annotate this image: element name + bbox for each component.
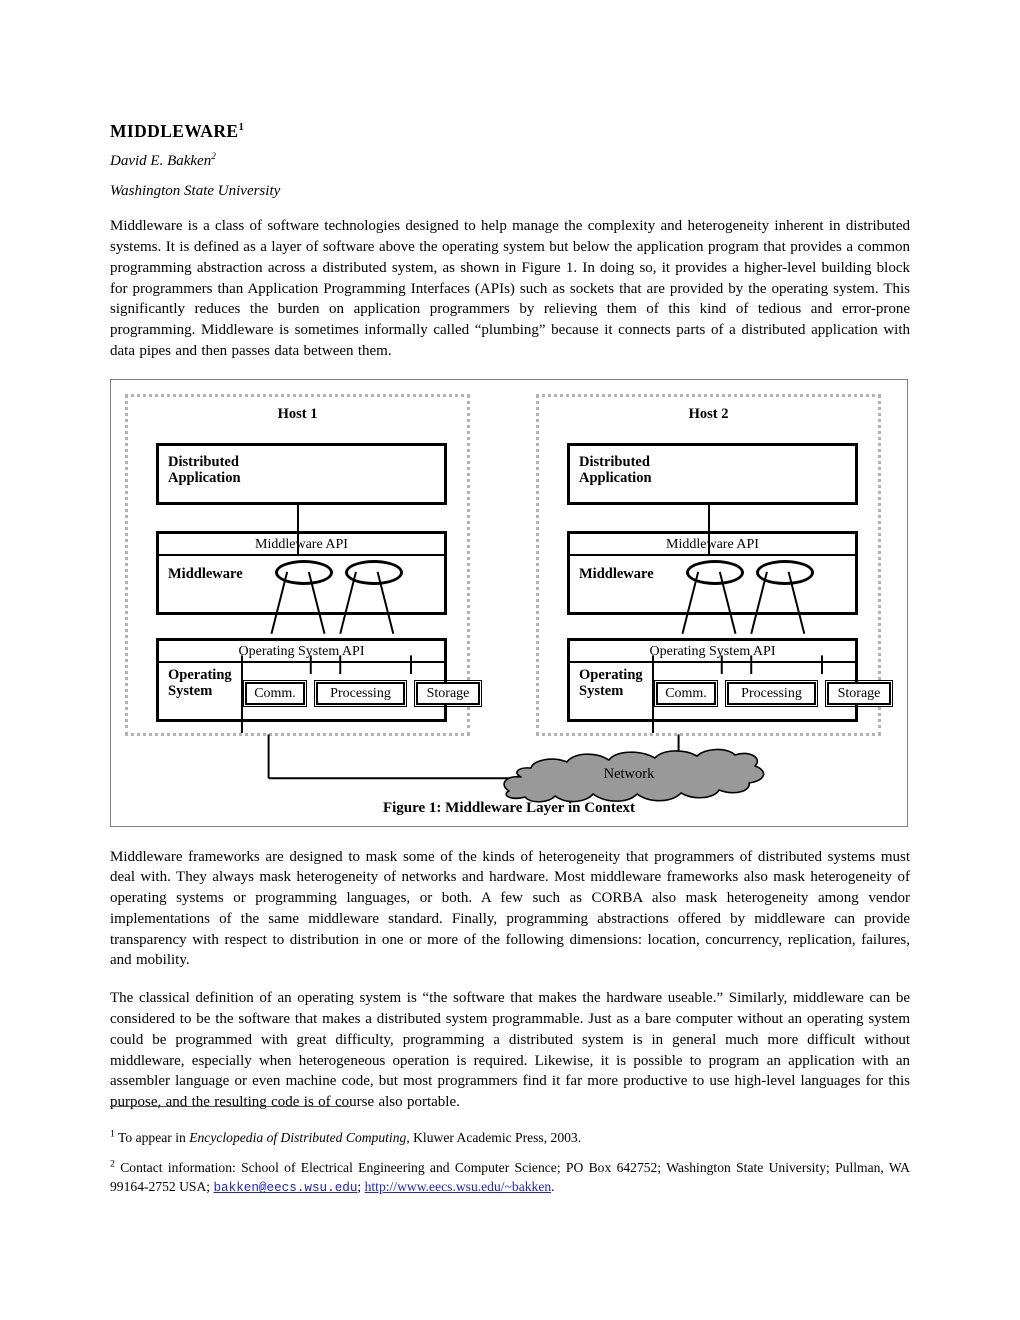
footnote-1: 1 To appear in Encyclopedia of Distribut… <box>110 1128 910 1147</box>
host-1-os-box: Operating System API Operating System Com… <box>156 637 482 722</box>
host-2-middleware-api-bar: Middleware API <box>570 533 855 556</box>
host-1-middleware-box: Middleware API Middleware <box>156 530 447 615</box>
email-link[interactable]: bakken@eecs.wsu.edu <box>213 1180 357 1195</box>
homepage-link[interactable]: http://www.eecs.wsu.edu/~bakken <box>365 1179 552 1194</box>
host-1-middleware-api-bar: Middleware API <box>159 533 444 556</box>
host-2-os-component-processing: Processing <box>725 679 818 707</box>
host-1-container: Host 1 Distributed Application Middleware… <box>125 393 482 736</box>
page-title: MIDDLEWARE1 <box>110 0 910 141</box>
host-1-os-component-storage: Storage <box>414 679 482 707</box>
footnote-separator <box>110 1106 350 1107</box>
host-2-container: Host 2 Distributed Application Middleware… <box>536 393 893 736</box>
network-label: Network <box>603 766 655 783</box>
footnote-1-marker: 1 <box>110 1128 115 1140</box>
host-1-middleware-ellipse-right <box>345 559 403 585</box>
author-footnote-marker: 2 <box>211 152 216 163</box>
host-2-title: Host 2 <box>688 405 729 422</box>
host-2-middleware-label: Middleware <box>579 565 654 582</box>
figure-caption: Figure 1: Middleware Layer in Context <box>382 799 636 816</box>
author-name: David E. Bakken <box>110 153 212 170</box>
host-1-middleware-label: Middleware <box>168 565 243 582</box>
footnote-1-after: , Kluwer Academic Press, 2003. <box>406 1130 582 1145</box>
affiliation: Washington State University <box>110 182 281 199</box>
footnote-2-middle: ; <box>357 1179 365 1195</box>
host-1-os-component-processing: Processing <box>314 679 407 707</box>
host-1-middleware-ellipse-left <box>275 559 333 585</box>
footnote-1-italic-title: Encyclopedia of Distributed Computing <box>189 1130 407 1145</box>
title-footnote-marker: 1 <box>238 121 245 134</box>
host-2-middleware-ellipse-left <box>686 559 744 585</box>
host-2-application-label: Distributed Application <box>579 453 652 487</box>
footnote-2-marker: 2 <box>110 1158 115 1170</box>
host-1-os-component-comm: Comm. <box>243 679 307 707</box>
paragraph-classical: The classical definition of an operating… <box>110 990 910 1111</box>
footnote-1-before: To appear in <box>118 1130 190 1145</box>
host-2-os-component-storage: Storage <box>825 679 893 707</box>
host-2-os-api-bar: Operating System API <box>570 640 855 663</box>
host-2-middleware-ellipse-right <box>756 559 814 585</box>
footnote-2: 2 Contact information: School of Electri… <box>110 1158 910 1197</box>
host-1-application-label: Distributed Application <box>168 453 241 487</box>
host-2-middleware-box: Middleware API Middleware <box>567 530 858 615</box>
document-page: MIDDLEWARE1 David E. Bakken2 Washington … <box>110 0 910 1320</box>
figure-1: Host 1 Distributed Application Middleware… <box>110 378 908 827</box>
host-1-os-label: Operating System <box>168 666 232 700</box>
page-title-text: MIDDLEWARE <box>110 121 239 141</box>
host-1-os-api-bar: Operating System API <box>159 640 444 663</box>
network-cloud: Network <box>483 747 775 803</box>
author-line: David E. Bakken2 <box>110 153 910 170</box>
paragraph-frameworks: Middleware frameworks are designed to ma… <box>110 848 910 969</box>
host-1-application-box: Distributed Application <box>156 442 447 505</box>
footnote-2-after: . <box>551 1179 555 1195</box>
host-2-application-box: Distributed Application <box>567 442 858 505</box>
host-2-os-component-comm: Comm. <box>654 679 718 707</box>
host-2-os-box: Operating System API Operating System Com… <box>567 637 893 722</box>
host-2-os-label: Operating System <box>579 666 643 700</box>
paragraph-intro: Middleware is a class of software techno… <box>110 218 910 359</box>
host-1-title: Host 1 <box>277 405 318 422</box>
